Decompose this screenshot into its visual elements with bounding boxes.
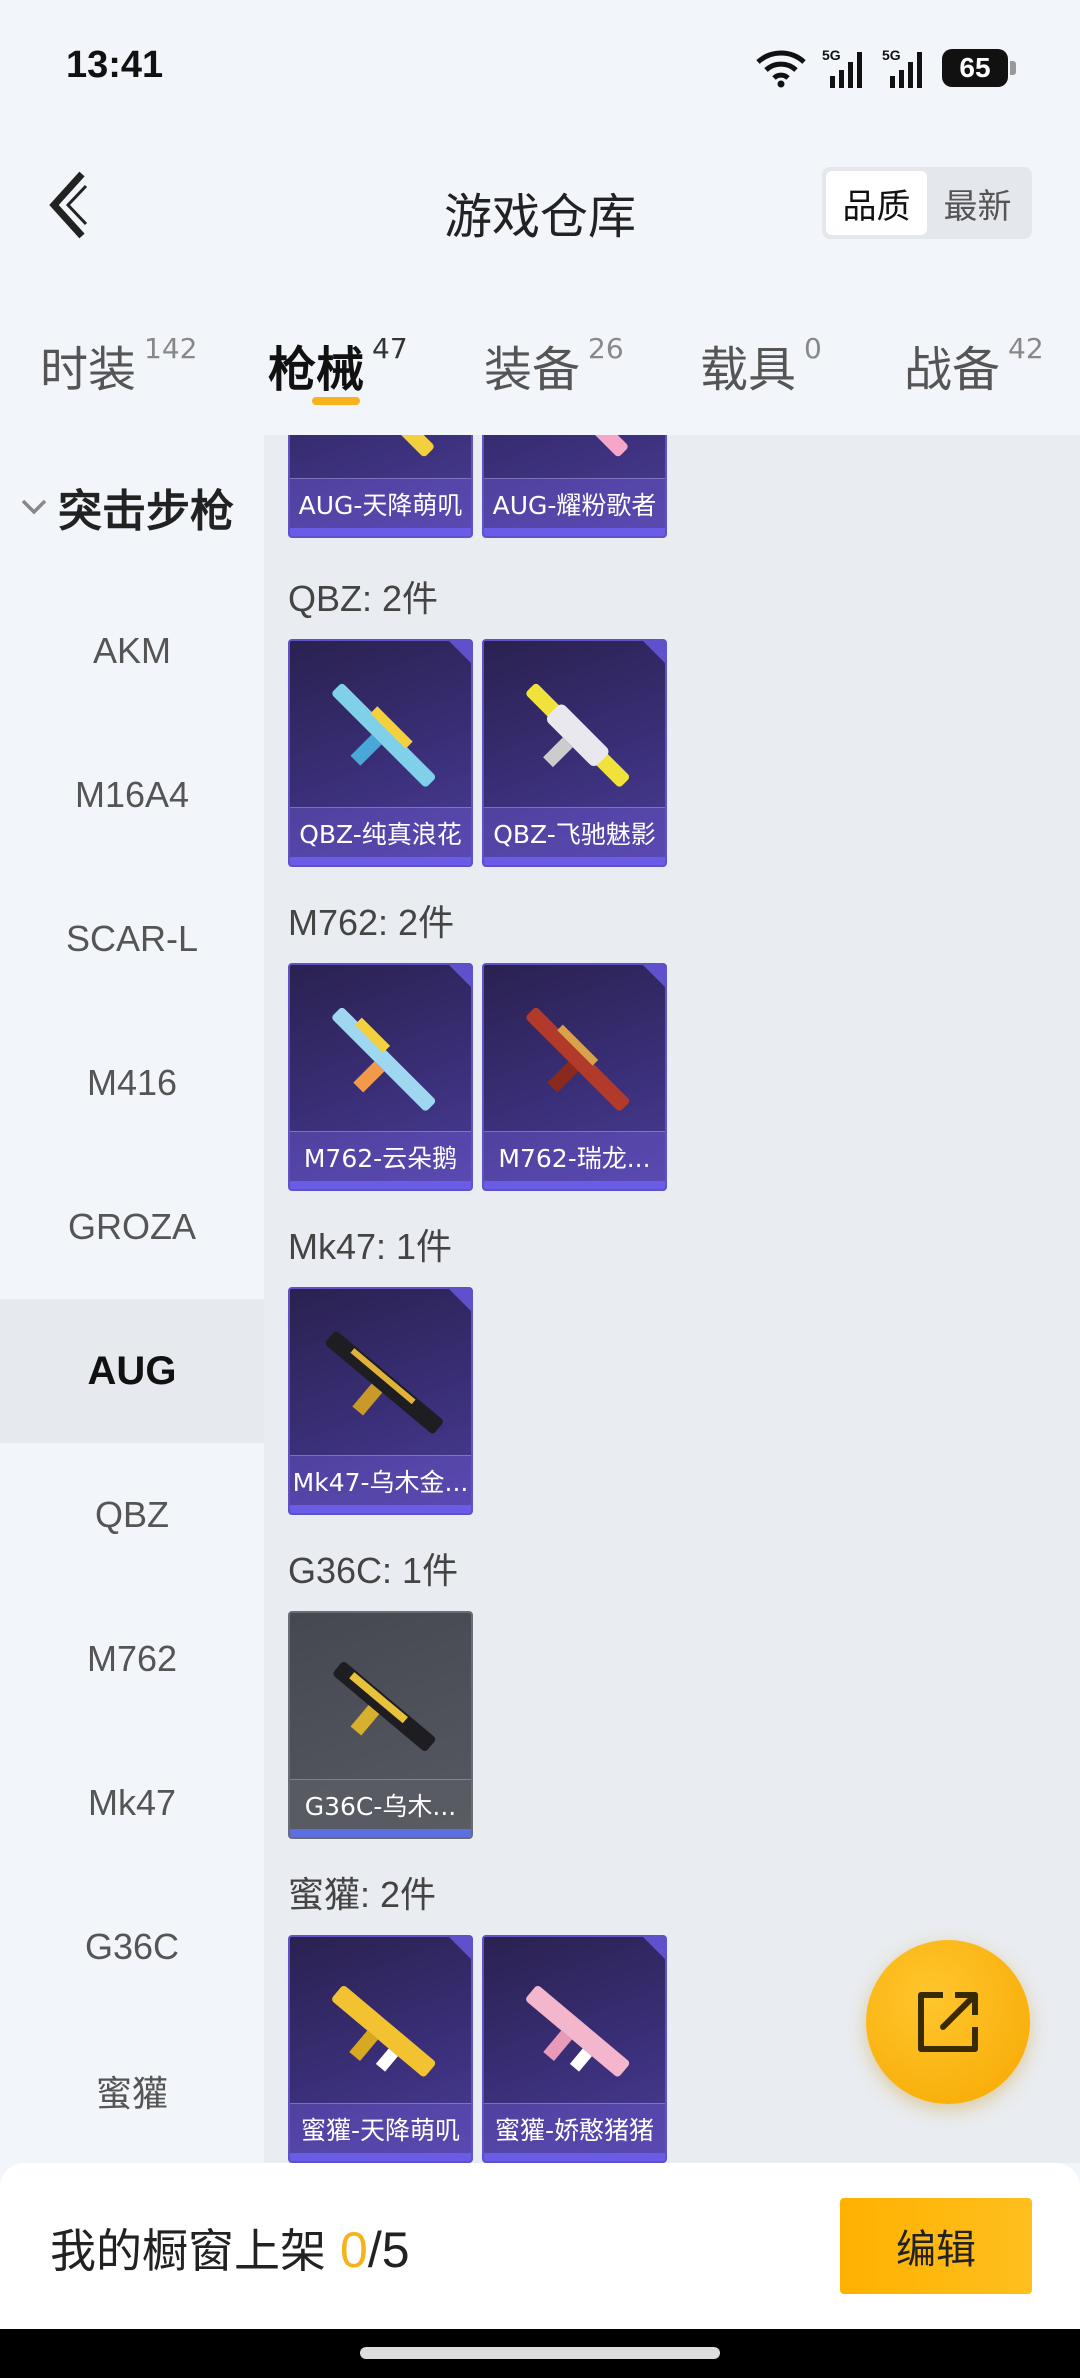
tab-count: 26 xyxy=(588,332,624,365)
signal-5g-icon: 5G xyxy=(822,47,862,88)
skin-name: 蜜獾-娇憨猪猪 xyxy=(484,2103,665,2153)
skin-name: QBZ-纯真浪花 xyxy=(290,807,471,857)
tab-label: 时装 xyxy=(40,342,137,398)
share-button[interactable] xyxy=(866,1940,1030,2104)
skin-name: QBZ-飞驰魅影 xyxy=(484,807,665,857)
sidebar-item-akm[interactable]: AKM xyxy=(0,579,264,723)
skin-card[interactable]: M762-瑞龙... xyxy=(482,963,667,1191)
share-external-icon xyxy=(918,1992,978,2052)
showcase-status: 我的橱窗上架 0 / 5 xyxy=(50,2215,410,2281)
tab-supplies[interactable]: 战备 42 xyxy=(904,330,1044,400)
chevron-down-icon xyxy=(20,497,48,517)
skin-card[interactable]: 蜜獾-天降萌叽 xyxy=(288,1935,473,2163)
sidebar-item-mk47[interactable]: Mk47 xyxy=(0,1731,264,1875)
sidebar-item-groza[interactable]: GROZA xyxy=(0,1155,264,1299)
tab-count: 0 xyxy=(804,332,822,365)
gun-icon xyxy=(332,1007,436,1111)
tab-label: 装备 xyxy=(484,342,581,398)
skin-card[interactable]: QBZ-纯真浪花 xyxy=(288,639,473,867)
sidebar-item-m16a4[interactable]: M16A4 xyxy=(0,723,264,867)
header: 游戏仓库 品质 最新 xyxy=(0,135,1080,275)
sidebar-group-label: 突击步枪 xyxy=(58,486,234,537)
system-nav-bar xyxy=(0,2329,1080,2378)
tab-label: 战备 xyxy=(904,342,1001,398)
edit-button[interactable]: 编辑 xyxy=(840,2198,1032,2294)
section-title: QBZ: 2件 xyxy=(288,578,439,619)
sort-option-quality[interactable]: 品质 xyxy=(826,171,927,235)
sidebar-item-scar-l[interactable]: SCAR-L xyxy=(0,867,264,1011)
battery-icon: 65 xyxy=(942,49,1016,87)
skin-name: 蜜獾-天降萌叽 xyxy=(290,2103,471,2153)
skin-card[interactable]: 蜜獾-娇憨猪猪 xyxy=(482,1935,667,2163)
bottom-bar: 我的橱窗上架 0 / 5 编辑 xyxy=(0,2163,1080,2329)
category-tabs: 时装 142 枪械 47 装备 26 载具 0 战备 42 xyxy=(0,275,1080,435)
tab-firearms[interactable]: 枪械 47 xyxy=(268,330,408,400)
svg-text:5G: 5G xyxy=(822,47,841,63)
signal-5g-icon: 5G xyxy=(882,47,922,88)
skin-card[interactable]: AUG-耀粉歌者 xyxy=(482,435,667,538)
tab-count: 142 xyxy=(144,332,198,365)
gun-icon xyxy=(333,435,434,457)
tab-label: 载具 xyxy=(700,342,797,398)
skin-list: AUG-天降萌叽 AUG-耀粉歌者 QBZ: 2件 QBZ-纯真浪花 QBZ-飞… xyxy=(264,435,1080,2163)
showcase-total: 5 xyxy=(381,2222,410,2278)
status-time: 13:41 xyxy=(66,44,164,86)
gun-icon xyxy=(325,1331,443,1434)
sidebar-item-m416[interactable]: M416 xyxy=(0,1011,264,1155)
gun-icon xyxy=(526,1985,630,2077)
showcase-current: 0 xyxy=(340,2222,368,2278)
active-tab-indicator xyxy=(312,397,360,405)
skin-name: M762-瑞龙... xyxy=(484,1131,665,1181)
gun-icon xyxy=(526,683,630,787)
sidebar-group-assault-rifles[interactable]: 突击步枪 xyxy=(0,435,264,579)
gun-icon xyxy=(332,1985,436,2077)
tab-equipment[interactable]: 装备 26 xyxy=(484,330,624,400)
tab-vehicles[interactable]: 载具 0 xyxy=(700,330,822,400)
tab-fashion[interactable]: 时装 142 xyxy=(40,330,197,400)
skin-name: G36C-乌木... xyxy=(290,1779,471,1829)
section-title: M762: 2件 xyxy=(288,902,455,943)
gun-icon xyxy=(526,1007,630,1111)
skin-card[interactable]: Mk47-乌木金... xyxy=(288,1287,473,1515)
section-title: Mk47: 1件 xyxy=(288,1226,453,1267)
showcase-separator: / xyxy=(367,2222,382,2278)
skin-card[interactable]: AUG-天降萌叽 xyxy=(288,435,473,538)
sidebar-item-m762[interactable]: M762 xyxy=(0,1587,264,1731)
skin-name: AUG-耀粉歌者 xyxy=(484,478,665,528)
showcase-label: 我的橱窗上架 xyxy=(50,2224,326,2278)
weapon-sidebar: 突击步枪 AKM M16A4 SCAR-L M416 GROZA AUG QBZ… xyxy=(0,435,264,2163)
sidebar-item-qbz[interactable]: QBZ xyxy=(0,1443,264,1587)
home-handle[interactable] xyxy=(360,2347,720,2359)
status-icons: 5G 5G 65 xyxy=(754,46,1016,90)
tab-count: 47 xyxy=(372,332,408,365)
section-title: 蜜獾: 2件 xyxy=(288,1874,437,1915)
sidebar-item-g36c[interactable]: G36C xyxy=(0,1875,264,2019)
sidebar-item-honey-badger[interactable]: 蜜獾 xyxy=(0,2019,264,2163)
status-bar: 13:41 5G 5G 65 xyxy=(0,0,1080,135)
section-title: G36C: 1件 xyxy=(288,1550,459,1591)
wifi-icon xyxy=(756,50,806,88)
svg-text:5G: 5G xyxy=(882,47,901,63)
skin-card[interactable]: G36C-乌木... xyxy=(288,1611,473,1839)
skin-card[interactable]: QBZ-飞驰魅影 xyxy=(482,639,667,867)
gun-icon xyxy=(332,683,436,787)
skin-name: M762-云朵鹅 xyxy=(290,1131,471,1181)
gun-icon xyxy=(527,435,628,457)
gun-icon xyxy=(333,1661,436,1751)
sort-toggle: 品质 最新 xyxy=(822,167,1032,239)
tab-count: 42 xyxy=(1008,332,1044,365)
sort-option-newest[interactable]: 最新 xyxy=(927,171,1028,235)
tab-label: 枪械 xyxy=(268,342,365,398)
skin-card[interactable]: M762-云朵鹅 xyxy=(288,963,473,1191)
sidebar-item-aug[interactable]: AUG xyxy=(0,1299,264,1443)
skin-name: Mk47-乌木金... xyxy=(290,1455,471,1505)
skin-name: AUG-天降萌叽 xyxy=(290,478,471,528)
